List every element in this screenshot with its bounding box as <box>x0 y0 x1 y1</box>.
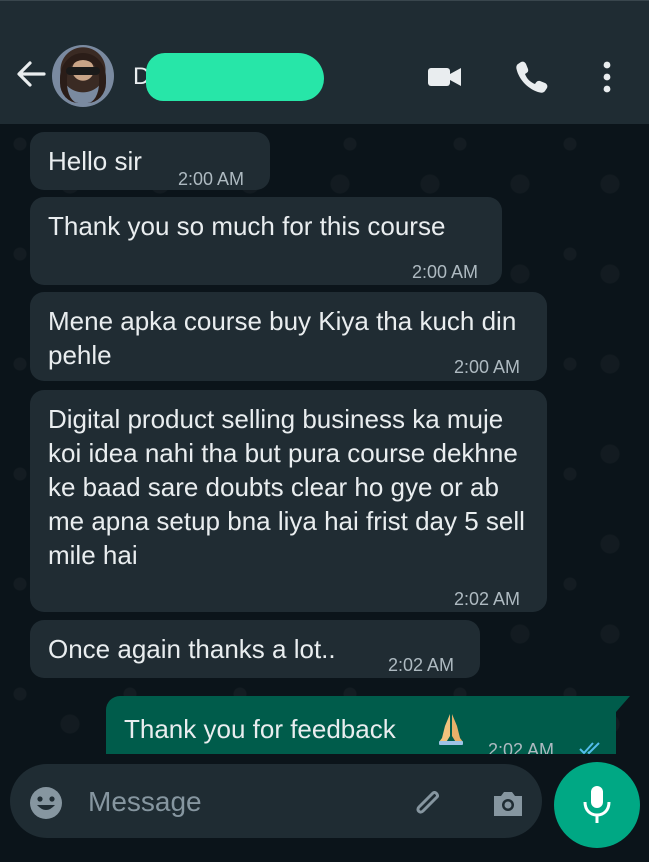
message-input[interactable]: Message <box>10 764 542 838</box>
message-incoming[interactable]: Once again thanks a lot.. 2:02 AM <box>30 620 480 678</box>
back-arrow-icon[interactable] <box>14 57 48 91</box>
emoji-icon[interactable] <box>28 785 64 821</box>
message-incoming[interactable]: Mene apka course buy Kiya tha kuch din p… <box>30 292 547 381</box>
message-time: 2:02 AM <box>488 740 555 754</box>
message-text: Thank you so much for this course <box>48 211 446 241</box>
camera-icon[interactable] <box>488 784 528 824</box>
chat-header: D <box>0 0 649 125</box>
phone-icon[interactable] <box>512 57 552 97</box>
video-call-icon[interactable] <box>425 57 465 97</box>
message-text: Thank you for feedback <box>124 714 396 744</box>
avatar-glasses <box>66 67 100 75</box>
message-text: Hello sir <box>48 146 142 176</box>
message-incoming[interactable]: Digital product selling business ka muje… <box>30 390 547 612</box>
composer-bar: Message <box>0 754 649 862</box>
message-incoming[interactable]: Thank you so much for this course 2:00 A… <box>30 197 502 285</box>
message-placeholder: Message <box>88 786 202 817</box>
double-check-icon <box>578 740 606 754</box>
message-outgoing[interactable]: Thank you for feedback 2:02 AM <box>106 696 630 754</box>
mic-button[interactable] <box>554 762 640 848</box>
redaction-mark <box>146 53 324 101</box>
message-list[interactable]: Hello sir 2:00 AM Thank you so much for … <box>0 124 649 754</box>
message-incoming[interactable]: Hello sir 2:00 AM <box>30 132 270 190</box>
mic-icon <box>583 786 611 823</box>
message-text: Once again thanks a lot.. <box>48 634 336 664</box>
message-time: 2:02 AM <box>454 589 521 609</box>
message-time: 2:00 AM <box>178 169 245 189</box>
message-time: 2:00 AM <box>412 262 479 282</box>
message-time: 2:00 AM <box>454 357 521 377</box>
attach-icon[interactable] <box>408 784 448 824</box>
message-time: 2:02 AM <box>388 655 455 675</box>
more-vertical-icon[interactable] <box>590 57 630 97</box>
avatar-hair <box>60 53 106 103</box>
folded-hands-icon <box>436 712 466 746</box>
contact-avatar[interactable] <box>52 45 114 107</box>
message-text: Digital product selling business ka muje… <box>48 404 525 570</box>
